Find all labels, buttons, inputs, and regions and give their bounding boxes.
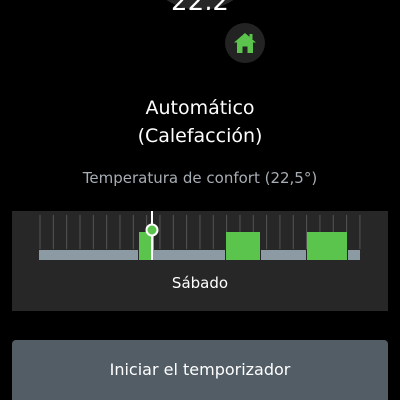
schedule-day: Sábado bbox=[171, 274, 229, 292]
eco-period-block bbox=[261, 250, 306, 260]
comfort-temperature: Temperatura de confort (22,5°) bbox=[82, 169, 318, 187]
home-icon bbox=[234, 33, 256, 53]
current-time-knob bbox=[145, 223, 159, 237]
mode-title: Automático (Calefacción) bbox=[0, 94, 400, 150]
home-icon-holder bbox=[225, 23, 265, 63]
mode-subtitle: (Calefacción) bbox=[137, 125, 263, 147]
schedule-panel[interactable]: Sábado bbox=[12, 211, 388, 311]
eco-period-block bbox=[348, 250, 360, 260]
eco-period-block bbox=[154, 250, 225, 260]
home-badge[interactable] bbox=[220, 18, 270, 68]
comfort-period-block bbox=[307, 232, 347, 260]
comfort-period-block bbox=[226, 232, 260, 260]
eco-period-block bbox=[39, 250, 138, 260]
temperature-dial[interactable]: 22,2 bbox=[139, 0, 261, 10]
start-timer-button[interactable]: Iniciar el temporizador bbox=[12, 340, 388, 400]
thermostat-screen: 22,2 Automático (Calefacción) Temperatur… bbox=[0, 0, 400, 400]
mode-name: Automático bbox=[145, 97, 255, 119]
schedule-timeline bbox=[39, 211, 361, 260]
current-temperature: 22,2 bbox=[139, 0, 261, 10]
